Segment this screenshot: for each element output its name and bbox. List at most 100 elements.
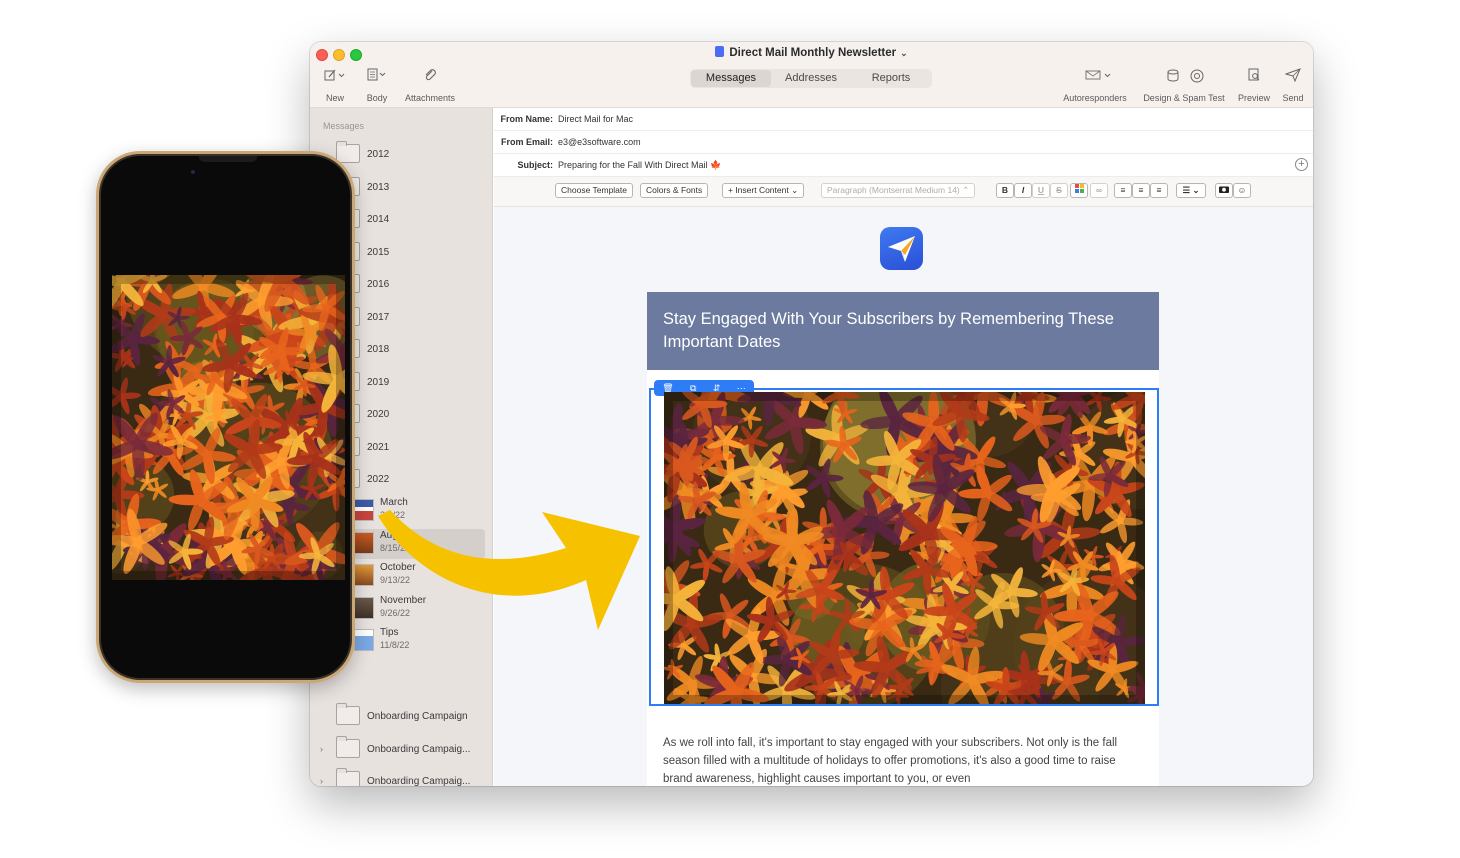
folder-icon: [336, 141, 360, 163]
email-body-text[interactable]: As we roll into fall, it's important to …: [663, 734, 1148, 786]
compose-icon: [320, 68, 350, 90]
add-field-icon[interactable]: +: [1295, 158, 1308, 171]
folder-icon: [336, 735, 360, 758]
email-canvas: Stay Engaged With Your Subscribers by Re…: [494, 207, 1313, 786]
direct-mail-logo: [880, 227, 923, 270]
message-thumbnail: [354, 596, 374, 619]
message-title: March: [380, 497, 408, 508]
paragraph-style-select[interactable]: Paragraph (Montserrat Medium 14) ⌃: [821, 183, 976, 198]
titlebar: Direct Mail Monthly Newsletter ⌄ New Body…: [310, 42, 1313, 108]
sidebar-campaign-folder[interactable]: › Onboarding Campaig...: [310, 768, 493, 786]
color-swatch-icon[interactable]: [1070, 183, 1088, 198]
align-center-icon[interactable]: ≡: [1132, 183, 1150, 198]
autumn-leaves-image[interactable]: [664, 392, 1145, 704]
folder-label: 2019: [367, 376, 390, 388]
design-spam-label: Design & Spam Test: [1143, 93, 1225, 103]
preview-icon: [1235, 68, 1273, 90]
autoresponders-icon: [1058, 68, 1132, 90]
subject-row: Subject: Preparing for the Fall With Dir…: [494, 154, 1313, 177]
from-name-row: From Name: Direct Mail for Mac: [494, 108, 1313, 131]
emoji-icon[interactable]: ☺: [1233, 183, 1251, 198]
from-email-field[interactable]: e3@e3software.com: [558, 137, 641, 147]
phone-autumn-leaves-image: [112, 275, 345, 580]
folder-label: 2012: [367, 149, 390, 160]
folder-label: 2018: [367, 344, 390, 355]
folder-label: Onboarding Campaig...: [367, 743, 471, 755]
stage: Direct Mail Monthly Newsletter ⌄ New Body…: [0, 0, 1460, 858]
folder-label: 2016: [367, 279, 390, 290]
chevron-down-icon: ⌄: [900, 48, 908, 58]
paper-plane-icon: [1279, 68, 1307, 90]
folder-label: 2022: [367, 474, 390, 485]
subject-label: Subject:: [517, 160, 553, 170]
align-left-icon[interactable]: ≡: [1114, 183, 1132, 198]
folder-label: 2017: [367, 311, 390, 323]
chevron-right-icon[interactable]: ›: [320, 776, 323, 786]
folder-label: Onboarding Campaign: [367, 711, 468, 722]
preview-button[interactable]: Preview: [1235, 68, 1273, 103]
folder-label: 2013: [367, 181, 390, 193]
underline-button[interactable]: U: [1032, 183, 1050, 198]
email-header-title: Stay Engaged With Your Subscribers by Re…: [663, 310, 1114, 351]
send-button[interactable]: Send: [1279, 68, 1307, 103]
camera-icon[interactable]: [1215, 183, 1233, 198]
attachments-button[interactable]: Attachments: [402, 68, 458, 103]
design-spam-test-button[interactable]: Design & Spam Test: [1138, 68, 1230, 103]
from-name-field[interactable]: Direct Mail for Mac: [558, 114, 633, 124]
subject-field[interactable]: Preparing for the Fall With Direct Mail …: [558, 160, 721, 171]
folder-icon: [336, 768, 360, 786]
sidebar-campaign-folder[interactable]: Onboarding Campaign: [310, 703, 493, 729]
sidebar-header: Messages: [323, 121, 365, 131]
message-thumbnail: [354, 531, 374, 554]
window-title-text: Direct Mail Monthly Newsletter: [729, 47, 897, 59]
phone-notch: [199, 156, 257, 162]
new-button[interactable]: New: [320, 68, 350, 103]
email-body: Stay Engaged With Your Subscribers by Re…: [647, 292, 1159, 786]
preview-label: Preview: [1237, 93, 1270, 103]
insert-content-button[interactable]: + Insert Content ⌄: [722, 183, 805, 198]
image-block-selected[interactable]: 🗑 ⧉ ⇵ ⋯: [649, 380, 1159, 706]
folder-label: 2015: [367, 246, 390, 258]
from-name-label: From Name:: [500, 114, 553, 124]
body-icon: [364, 68, 390, 90]
body-button[interactable]: Body: [364, 68, 390, 103]
folder-label: Onboarding Campaig...: [367, 776, 471, 786]
document-icon: [715, 46, 725, 57]
colors-fonts-button[interactable]: Colors & Fonts: [640, 183, 709, 198]
from-email-label: From Email:: [500, 137, 553, 147]
window-title[interactable]: Direct Mail Monthly Newsletter ⌄: [310, 46, 1313, 59]
app-window: Direct Mail Monthly Newsletter ⌄ New Body…: [310, 42, 1313, 786]
strikethrough-button[interactable]: S: [1050, 183, 1068, 198]
italic-button[interactable]: I: [1014, 183, 1032, 198]
phone-camera: [191, 170, 195, 174]
paperclip-icon: [402, 68, 458, 90]
tab-messages[interactable]: Messages: [691, 70, 771, 87]
format-toolbar: Choose Template Colors & Fonts + Insert …: [494, 177, 1313, 207]
new-label: New: [325, 93, 344, 103]
choose-template-button[interactable]: Choose Template: [555, 183, 633, 198]
message-thumbnail: [354, 564, 374, 586]
email-header-block[interactable]: Stay Engaged With Your Subscribers by Re…: [647, 292, 1159, 370]
align-right-icon[interactable]: ≡: [1150, 183, 1168, 198]
autoresponders-label: Autoresponders: [1063, 93, 1127, 103]
bold-button[interactable]: B: [996, 183, 1014, 198]
autoresponders-button[interactable]: Autoresponders: [1058, 68, 1132, 103]
design-spam-icons: [1138, 68, 1230, 90]
folder-label: 2014: [367, 214, 390, 225]
chevron-right-icon[interactable]: ›: [320, 744, 323, 754]
sidebar-campaign-folder[interactable]: › Onboarding Campaig...: [310, 735, 493, 762]
tab-addresses[interactable]: Addresses: [771, 70, 851, 87]
link-icon[interactable]: ∞: [1090, 183, 1108, 198]
tab-reports[interactable]: Reports: [851, 70, 931, 87]
folder-label: 2021: [367, 441, 390, 453]
send-label: Send: [1282, 93, 1304, 103]
iphone-device: [96, 151, 355, 683]
message-thumbnail: [354, 629, 374, 651]
phone-screen: [99, 154, 352, 680]
yellow-arrow-icon: [378, 510, 640, 630]
message-thumbnail: [354, 499, 374, 521]
list-icon[interactable]: ☰ ⌄: [1176, 183, 1206, 198]
attachments-label: Attachments: [404, 93, 456, 103]
from-email-row: From Email: e3@e3software.com: [494, 131, 1313, 154]
view-tabs: Messages Addresses Reports: [690, 69, 932, 88]
